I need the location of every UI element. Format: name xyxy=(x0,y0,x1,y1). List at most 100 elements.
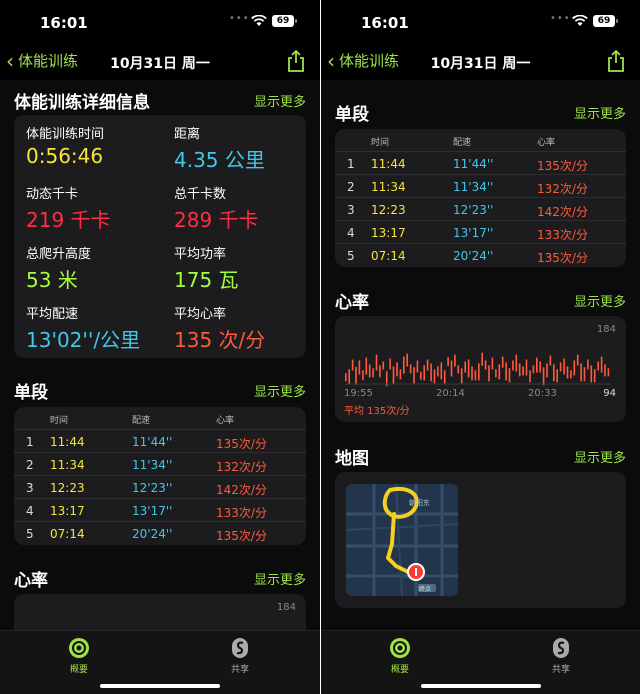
hr-bar xyxy=(573,360,576,376)
metric-label: 动态千卡 xyxy=(26,187,79,202)
hr-bar xyxy=(556,369,558,383)
scroll-content[interactable]: 体能训练详细信息 显示更多 体能训练时间 0:56:46 距离 4.35 公里 动态千卡… xyxy=(0,80,320,630)
tab-summary[interactable]: 概要 xyxy=(370,637,430,675)
hr-time-label: 20:14 xyxy=(436,388,465,399)
hr-title: 心率 xyxy=(335,293,369,313)
metric-value: 175 瓦 xyxy=(174,268,239,292)
map-show-more[interactable]: 显示更多 xyxy=(574,447,626,466)
hr-bar xyxy=(583,367,586,382)
hr-bar xyxy=(491,357,494,370)
split-time: 11:34 xyxy=(50,458,85,472)
hr-bar xyxy=(423,365,425,381)
table-row: 2 11:34 11'34'' 132次/分 xyxy=(335,174,626,197)
hr-bar xyxy=(392,366,395,385)
split-n: 3 xyxy=(26,481,34,495)
right-phone-screen: 16:01 •••• 69 ‹ 体能训练 10月31日 周一 单段 显示更多 时… xyxy=(321,0,640,694)
table-row: 4 13:17 13'17'' 133次/分 xyxy=(335,220,626,243)
tab-share[interactable]: 共享 xyxy=(531,637,591,675)
split-hr: 135次/分 xyxy=(216,529,267,543)
hr-bar xyxy=(498,364,501,380)
home-indicator xyxy=(420,684,541,688)
metric-item: 平均配速 13'02''/公里 xyxy=(26,303,140,353)
route-map[interactable] xyxy=(346,484,458,596)
metric-value: 53 米 xyxy=(26,268,78,292)
splits-show-more[interactable]: 显示更多 xyxy=(574,103,626,122)
share-icon[interactable] xyxy=(606,50,626,72)
battery-icon: 69 xyxy=(593,15,618,27)
hr-bar xyxy=(580,363,582,382)
splits-show-more[interactable]: 显示更多 xyxy=(254,381,306,400)
splits-table-header: 时间 配速 心率 xyxy=(335,135,626,149)
splits-title: 单段 xyxy=(14,383,48,403)
tab-share-label: 共享 xyxy=(551,665,570,675)
table-row: 3 12:23 12'23'' 142次/分 xyxy=(14,475,306,498)
splits-card: 时间 配速 心率 1 11:44 11'44'' 135次/分 2 11:34 11'34'' 13… xyxy=(14,407,306,545)
metric-value: 289 千卡 xyxy=(174,208,259,232)
hr-bar xyxy=(345,373,347,382)
map-title: 地图 xyxy=(335,449,369,469)
nav-bar: ‹ 体能训练 10月31日 周一 xyxy=(0,44,320,80)
split-n: 4 xyxy=(26,504,34,518)
home-indicator xyxy=(100,684,220,688)
hr-bar xyxy=(406,353,408,367)
metric-item: 平均心率 135 次/分 xyxy=(174,303,265,353)
split-pace: 12'23'' xyxy=(453,203,494,217)
hr-bar xyxy=(488,365,490,382)
hr-bar xyxy=(518,363,521,377)
tab-summary[interactable]: 概要 xyxy=(49,637,109,675)
split-hr: 132次/分 xyxy=(216,460,267,474)
hr-bar xyxy=(420,371,422,380)
status-bar: 16:01 •••• 69 xyxy=(0,0,320,44)
splits-column-header: 配速 xyxy=(132,416,151,426)
split-n: 2 xyxy=(26,458,34,472)
details-show-more[interactable]: 显示更多 xyxy=(254,91,306,110)
tab-bar: 概要 共享 xyxy=(0,630,320,694)
sharing-icon xyxy=(553,638,569,658)
split-hr: 135次/分 xyxy=(216,437,267,451)
splits-card: 时间 配速 心率 1 11:44 11'44'' 135次/分 2 11:34 11'34'' 13… xyxy=(335,129,626,267)
hr-title: 心率 xyxy=(14,571,48,591)
hr-bar xyxy=(501,356,504,368)
hr-bar xyxy=(409,364,412,374)
nav-bar: ‹ 体能训练 10月31日 周一 xyxy=(321,44,640,80)
tab-summary-label: 概要 xyxy=(390,665,409,675)
hr-bar xyxy=(515,354,518,372)
hr-bar xyxy=(484,360,487,370)
hr-bar xyxy=(576,354,579,366)
split-pace: 11'44'' xyxy=(132,435,173,449)
hr-bar xyxy=(396,362,398,377)
metric-item: 平均功率 175 瓦 xyxy=(174,243,239,293)
share-icon[interactable] xyxy=(286,50,306,72)
hr-time-label: 20:33 xyxy=(528,388,557,399)
split-hr: 135次/分 xyxy=(537,159,588,173)
hr-bar xyxy=(447,357,449,367)
hr-bar xyxy=(607,368,610,377)
hr-show-more[interactable]: 显示更多 xyxy=(254,569,306,588)
split-pace: 11'34'' xyxy=(132,458,173,472)
hr-bar xyxy=(460,368,463,384)
split-n: 3 xyxy=(347,203,355,217)
hr-bar xyxy=(597,361,599,371)
hr-bar xyxy=(495,369,497,378)
summary-icon xyxy=(390,638,410,658)
hr-header: 心率 显示更多 xyxy=(335,288,626,313)
table-row: 1 11:44 11'44'' 135次/分 xyxy=(335,151,626,174)
metric-label: 平均配速 xyxy=(26,307,79,322)
split-time: 07:14 xyxy=(50,527,85,541)
hr-bar xyxy=(372,368,374,378)
map-street-label: 朝阳东 xyxy=(409,499,430,507)
hr-max-label: 184 xyxy=(276,602,296,613)
tab-share[interactable]: 共享 xyxy=(210,637,270,675)
hr-bar xyxy=(600,356,603,373)
split-time: 11:44 xyxy=(371,157,406,171)
hr-bar xyxy=(563,358,565,375)
hr-bar xyxy=(559,362,562,372)
hr-bar xyxy=(467,359,470,378)
hr-bar xyxy=(443,370,446,384)
hr-bar xyxy=(474,370,477,381)
hr-show-more[interactable]: 显示更多 xyxy=(574,291,626,310)
metric-item: 距离 4.35 公里 xyxy=(174,123,265,173)
metric-value: 13'02''/公里 xyxy=(26,328,141,352)
scroll-content[interactable]: 单段 显示更多 时间 配速 心率 1 11:44 11'44'' 135次/分 2 11:34 1… xyxy=(321,80,640,630)
split-hr: 132次/分 xyxy=(537,182,588,196)
